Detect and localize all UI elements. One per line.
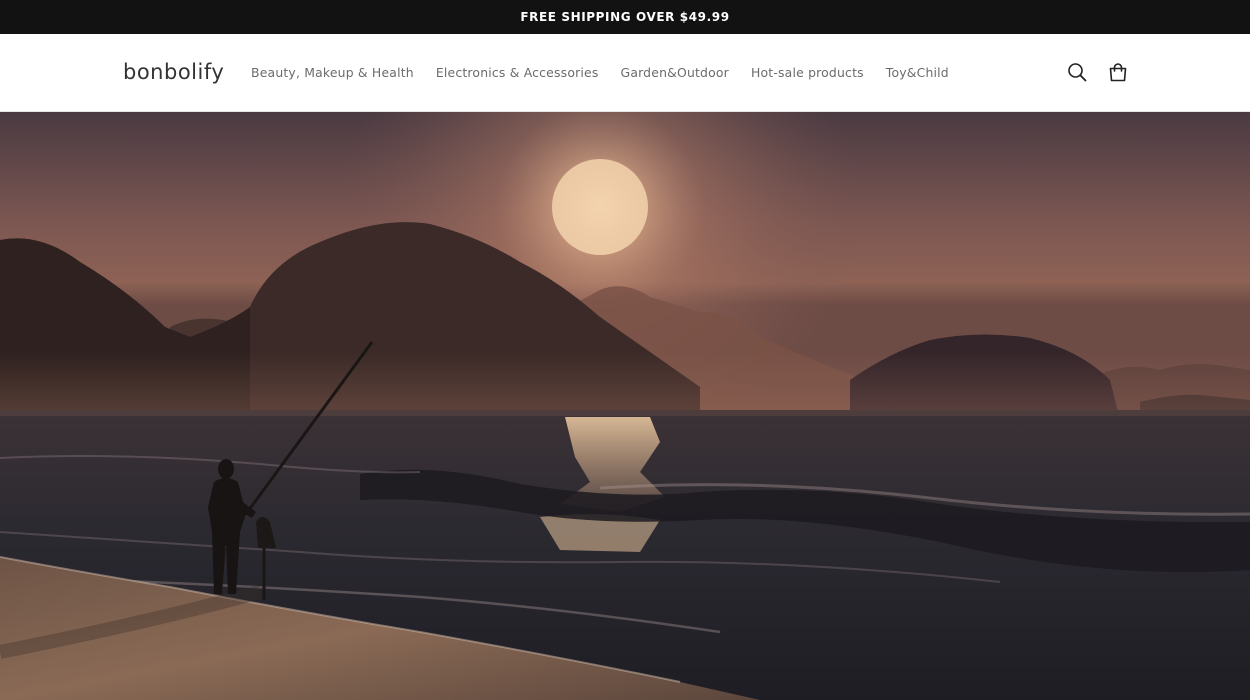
nav-item-garden[interactable]: Garden&Outdoor bbox=[610, 61, 740, 84]
cart-icon bbox=[1109, 63, 1127, 82]
site-header: bonbolify Beauty, Makeup & Health Electr… bbox=[0, 34, 1250, 112]
hero-banner[interactable] bbox=[0, 112, 1250, 700]
nav-item-toy-child[interactable]: Toy&Child bbox=[875, 61, 960, 84]
search-button[interactable] bbox=[1065, 60, 1089, 84]
hero-image bbox=[0, 112, 1250, 700]
announcement-bar: FREE SHIPPING OVER $49.99 bbox=[0, 0, 1250, 34]
search-icon bbox=[1068, 63, 1087, 82]
cart-button[interactable] bbox=[1106, 60, 1130, 84]
store-logo[interactable]: bonbolify bbox=[123, 60, 224, 84]
nav-item-electronics[interactable]: Electronics & Accessories bbox=[425, 61, 610, 84]
announcement-text: FREE SHIPPING OVER $49.99 bbox=[520, 10, 730, 24]
main-nav: Beauty, Makeup & Health Electronics & Ac… bbox=[240, 61, 960, 84]
nav-item-hot-sale[interactable]: Hot-sale products bbox=[740, 61, 875, 84]
nav-item-beauty[interactable]: Beauty, Makeup & Health bbox=[240, 61, 425, 84]
